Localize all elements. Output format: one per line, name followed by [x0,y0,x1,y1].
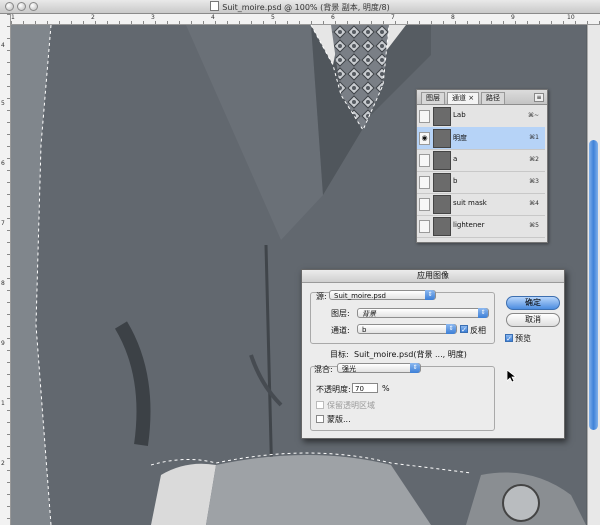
popup-arrows-icon: ⇕ [425,290,435,300]
ruler-number: 7 [1,220,5,227]
vertical-ruler[interactable]: 4 5 6 7 8 9 1 2 [0,14,11,525]
channel-name: lightener [453,221,485,229]
preserve-transparency-label: 保留透明区域 [327,401,375,410]
ruler-number: 1 [1,400,5,407]
channels-panel: 图层 通道 × 路径 ≡ Lab ⌘~ ◉ 明度 ⌘1 a ⌘2 b ⌘3 suit mask ⌘4… [416,89,548,243]
document-icon [210,1,220,11]
source-select[interactable]: Suit_moire.psd ⇕ [329,290,436,300]
ruler-number: 9 [1,340,5,347]
tab-paths[interactable]: 路径 [481,92,505,104]
window-title-wrap: Suit_moire.psd @ 100% (背景 副本, 明度/8) [0,1,600,13]
channel-select[interactable]: b ⇕ [357,324,457,334]
channel-name: b [453,177,458,185]
popup-arrows-icon: ⇕ [446,324,456,334]
ruler-number: 6 [331,14,335,21]
channel-row[interactable]: lightener ⌘5 [417,215,545,238]
invert-checkbox[interactable]: ✓ [460,325,468,334]
layer-select[interactable]: 背景 ⇕ [357,308,489,318]
channel-shortcut: ⌘4 [529,200,539,207]
preview-checkbox[interactable]: ✓ [505,334,513,343]
channel-value: b [362,326,367,334]
opacity-field[interactable]: 70 [352,383,378,393]
channel-thumbnail [433,217,451,236]
visibility-eye-icon[interactable] [419,198,430,211]
apply-image-dialog: 应用图像 源: Suit_moire.psd ⇕ 图层: 背景 ⇕ 通道: b ⇕ ✓… [301,269,565,439]
channel-row[interactable]: b ⌘3 [417,171,545,194]
window-titlebar: Suit_moire.psd @ 100% (背景 副本, 明度/8) [0,0,600,14]
preview-label: 预览 [515,334,531,343]
channel-thumbnail [433,151,451,170]
ok-button[interactable]: 确定 [506,296,560,310]
panel-menu-icon[interactable]: ≡ [534,93,544,102]
blending-select[interactable]: 强光 ⇕ [337,363,421,373]
mask-label: 蒙版... [327,415,351,424]
ruler-number: 4 [1,42,5,49]
channel-label: 通道: [331,326,350,335]
layer-value: 背景 [362,310,376,318]
visibility-eye-icon[interactable] [419,110,430,123]
ruler-number: 3 [151,14,155,21]
channel-shortcut: ⌘5 [529,222,539,229]
channel-shortcut: ⌘1 [529,134,539,141]
ruler-number: 10 [567,14,575,21]
blending-value: 强光 [342,365,356,373]
ruler-number: 4 [211,14,215,21]
visibility-eye-icon[interactable] [419,220,430,233]
channel-name: suit mask [453,199,487,207]
ruler-number: 9 [511,14,515,21]
tab-channels[interactable]: 通道 × [447,92,480,104]
channel-thumbnail [433,195,451,214]
mouse-pointer-icon [507,370,516,383]
visibility-eye-icon[interactable]: ◉ [419,132,430,145]
mask-checkbox[interactable] [316,415,324,423]
channel-name: 明度 [453,134,467,142]
ruler-number: 7 [391,14,395,21]
invert-label: 反相 [470,326,486,335]
ruler-number: 5 [1,100,5,107]
ruler-number: 2 [91,14,95,21]
opacity-label: 不透明度: [316,385,351,394]
horizontal-ruler[interactable]: 1 2 3 4 5 6 7 8 9 10 [11,14,600,25]
popup-arrows-icon: ⇕ [410,363,420,373]
channel-list: Lab ⌘~ ◉ 明度 ⌘1 a ⌘2 b ⌘3 suit mask ⌘4 lightener ⌘5 [417,105,545,242]
source-value: Suit_moire.psd [334,292,386,300]
opacity-unit: % [382,384,390,393]
window-title: Suit_moire.psd @ 100% (背景 副本, 明度/8) [222,3,390,12]
panel-tabs: 图层 通道 × 路径 ≡ [417,90,547,105]
channel-row[interactable]: suit mask ⌘4 [417,193,545,216]
preserve-transparency-checkbox[interactable] [316,401,324,409]
ruler-number: 8 [451,14,455,21]
ruler-number: 1 [11,14,15,21]
channel-row[interactable]: a ⌘2 [417,149,545,172]
target-value: Suit_moire.psd(背景 ..., 明度) [354,350,467,359]
dialog-title: 应用图像 [302,270,564,283]
channel-name: a [453,155,458,163]
channel-thumbnail [433,107,451,126]
visibility-eye-icon[interactable] [419,154,430,167]
ruler-number: 5 [271,14,275,21]
visibility-eye-icon[interactable] [419,176,430,189]
channel-row[interactable]: ◉ 明度 ⌘1 [417,127,545,150]
blending-label: 混合: [314,365,333,374]
scrollbar-thumb[interactable] [589,140,598,430]
ruler-number: 8 [1,280,5,287]
cancel-button[interactable]: 取消 [506,313,560,327]
channel-name: Lab [453,111,466,119]
layer-label: 图层: [331,309,350,318]
popup-arrows-icon: ⇕ [478,308,488,318]
channel-thumbnail [433,173,451,192]
channel-shortcut: ⌘~ [527,112,539,119]
channel-row[interactable]: Lab ⌘~ [417,105,545,128]
tab-layers[interactable]: 图层 [421,92,445,104]
target-label: 目标: [330,350,349,359]
channel-shortcut: ⌘3 [529,178,539,185]
source-label: 源: [316,292,327,301]
channel-thumbnail [433,129,451,148]
channel-shortcut: ⌘2 [529,156,539,163]
ruler-number: 2 [1,460,5,467]
ruler-number: 6 [1,160,5,167]
